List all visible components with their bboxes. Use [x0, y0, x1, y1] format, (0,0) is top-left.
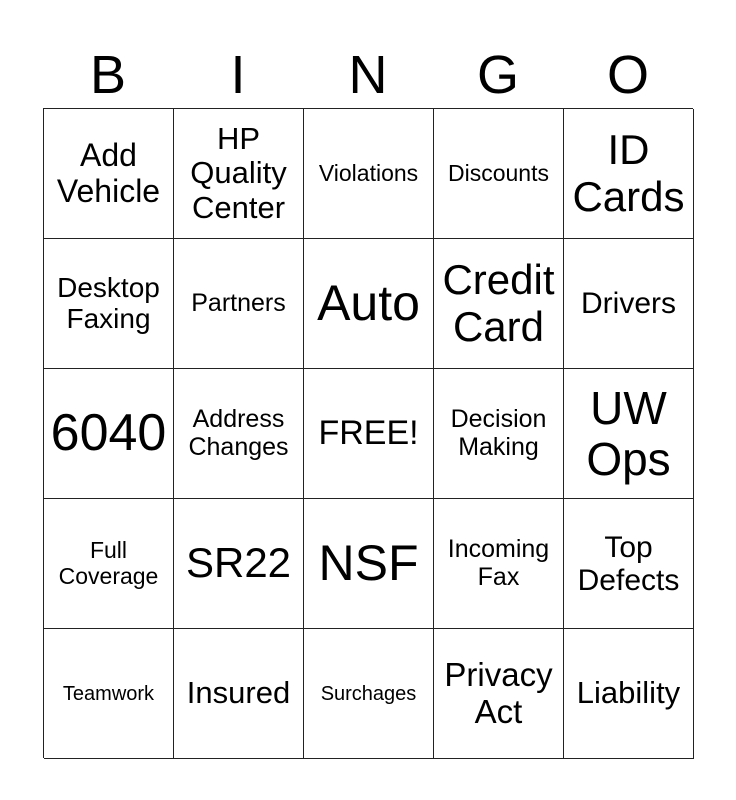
bingo-cell[interactable]: Teamwork — [44, 629, 174, 759]
header-letter-n: N — [348, 45, 388, 105]
bingo-cell[interactable]: Discounts — [434, 109, 564, 239]
bingo-cell[interactable]: Address Changes — [174, 369, 304, 499]
bingo-cell[interactable]: Privacy Act — [434, 629, 564, 759]
bingo-cell[interactable]: Add Vehicle — [44, 109, 174, 239]
bingo-cell[interactable]: Full Coverage — [44, 499, 174, 629]
bingo-cell[interactable]: NSF — [304, 499, 434, 629]
bingo-cell[interactable]: Insured — [174, 629, 304, 759]
header-letter-b: B — [89, 45, 127, 105]
bingo-cell[interactable]: HP Quality Center — [174, 109, 304, 239]
header-letter-i: I — [230, 45, 246, 105]
bingo-cell[interactable]: ID Cards — [564, 109, 694, 239]
bingo-cell[interactable]: Decision Making — [434, 369, 564, 499]
bingo-cell[interactable]: UW Ops — [564, 369, 694, 499]
bingo-cell[interactable]: Surchages — [304, 629, 434, 759]
bingo-header: B I N G O — [43, 42, 693, 108]
bingo-cell[interactable]: Liability — [564, 629, 694, 759]
bingo-cell[interactable]: Incoming Fax — [434, 499, 564, 629]
bingo-cell[interactable]: Credit Card — [434, 239, 564, 369]
bingo-cell[interactable]: Desktop Faxing — [44, 239, 174, 369]
bingo-grid: Add Vehicle HP Quality Center Violations… — [43, 108, 694, 759]
bingo-cell[interactable]: Partners — [174, 239, 304, 369]
bingo-cell[interactable]: 6040 — [44, 369, 174, 499]
header-letter-g: G — [476, 45, 519, 105]
bingo-cell[interactable]: SR22 — [174, 499, 304, 629]
bingo-cell[interactable]: Violations — [304, 109, 434, 239]
bingo-cell[interactable]: Drivers — [564, 239, 694, 369]
header-letter-o: O — [606, 45, 649, 105]
bingo-cell[interactable]: Top Defects — [564, 499, 694, 629]
free-cell[interactable]: FREE! — [304, 369, 434, 499]
bingo-cell[interactable]: Auto — [304, 239, 434, 369]
